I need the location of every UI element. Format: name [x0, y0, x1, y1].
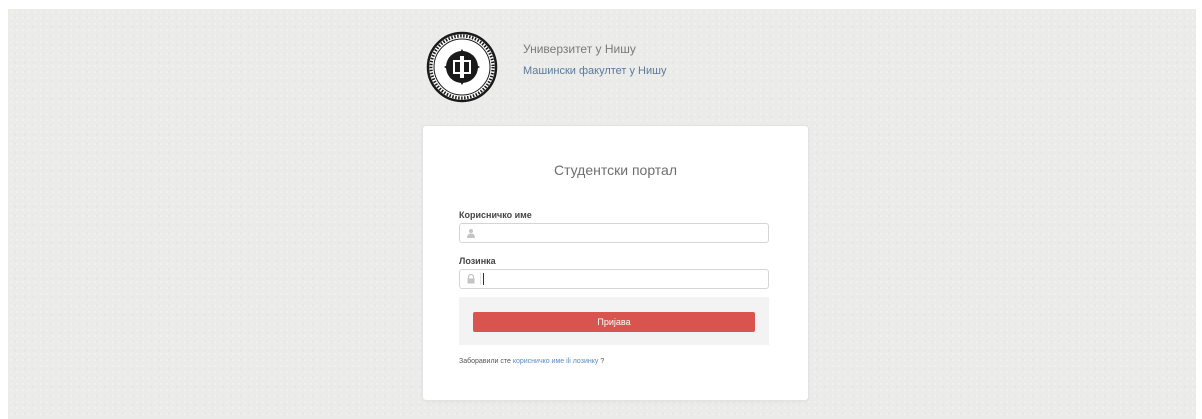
forgot-username-link[interactable]: корисничко име [513, 358, 564, 365]
portal-title: Студентски портал [553, 162, 678, 178]
password-label: Лозинка [459, 256, 496, 266]
lock-icon [467, 274, 475, 284]
form-actions: Пријава [459, 297, 769, 345]
forgot-password-link[interactable]: лозинку [573, 358, 599, 365]
user-icon [467, 229, 475, 238]
password-input[interactable] [484, 271, 764, 287]
input-separator [480, 273, 481, 285]
login-card: Студентски портал Корисничко име Лозинка… [422, 125, 809, 401]
password-field[interactable] [459, 269, 769, 289]
login-button[interactable]: Пријава [473, 312, 755, 332]
username-label: Корисничко име [459, 210, 532, 220]
forgot-prefix: Заборавили сте [459, 358, 513, 365]
university-name: Универзитет у Нишу [523, 42, 636, 56]
username-field[interactable] [459, 223, 769, 243]
forgot-conjunction: ili [564, 358, 573, 365]
forgot-suffix: ? [598, 358, 605, 365]
university-seal-icon [426, 31, 498, 103]
username-input[interactable] [484, 225, 764, 241]
brand-header: Универзитет у Нишу Машински факултет у Н… [426, 30, 666, 104]
text-caret [483, 273, 484, 285]
forgot-credentials: Заборавили сте корисничко име ili лозинк… [459, 358, 604, 365]
faculty-name: Машински факултет у Нишу [523, 65, 667, 77]
